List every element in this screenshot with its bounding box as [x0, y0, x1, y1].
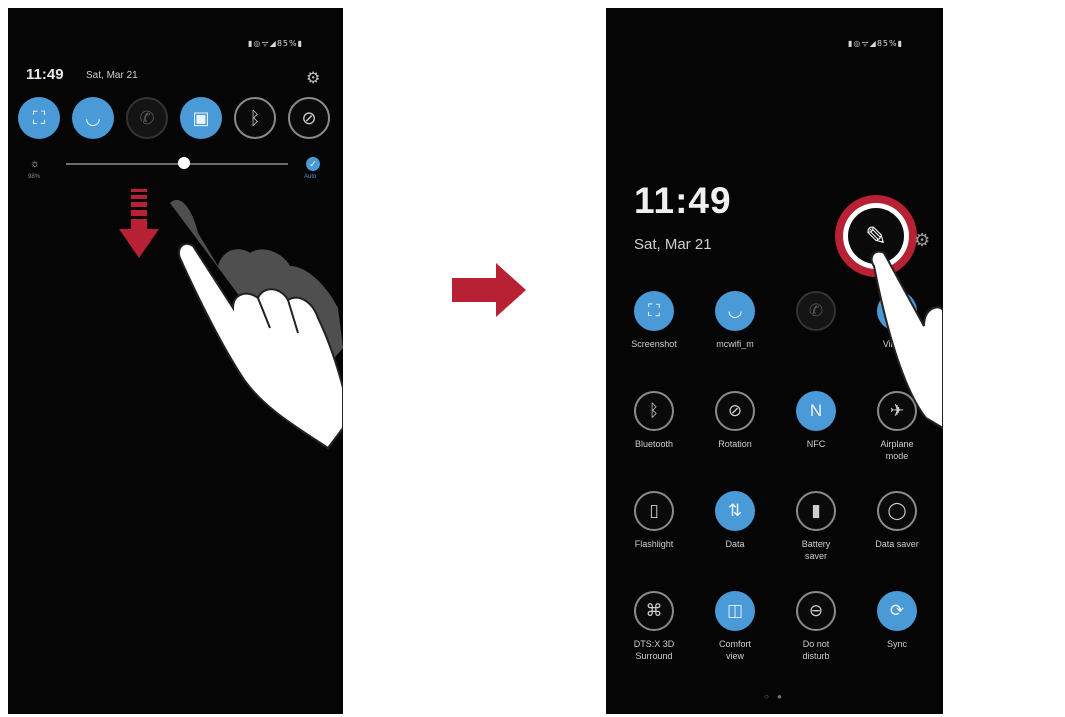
swipe-down-gesture-illustration: [119, 189, 343, 450]
phone-screen-after: ▮◎ᯤ◢85%▮ 11:49 Sat, Mar 21 ✎ ⚙ ⛶ Screensh…: [606, 8, 943, 714]
next-step-arrow-icon: [452, 263, 526, 317]
tap-gesture-illustration: [870, 250, 943, 430]
swipe-down-arrow-icon: [119, 189, 159, 258]
phone-screen-before: ▮◎ᯤ◢85%▮ 11:49 Sat, Mar 21 ⚙ ⛶ ◡ ✆ ▣ ᛒ ⊘ ☼ 98…: [8, 8, 343, 714]
tapping-hand-icon: [870, 250, 943, 430]
